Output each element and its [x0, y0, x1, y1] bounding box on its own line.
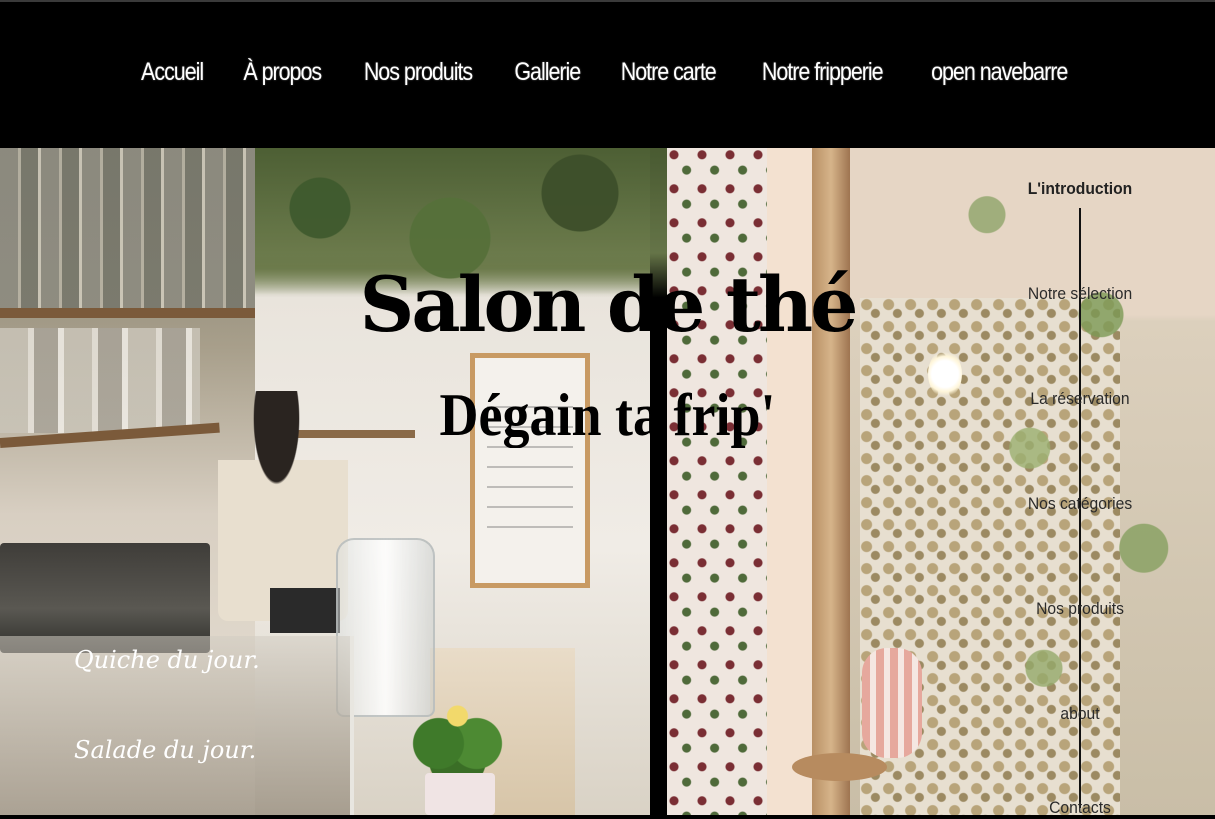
quiche-label: Quiche du jour.: [74, 646, 260, 674]
salade-label: Salade du jour.: [74, 736, 257, 764]
wooden-pillar: [812, 148, 850, 815]
side-nav-contacts[interactable]: Contacts: [1006, 798, 1153, 818]
side-nav-selection[interactable]: Notre sélection: [1006, 284, 1153, 304]
side-nav-introduction[interactable]: L'introduction: [1006, 179, 1153, 199]
hero-subtitle: Dégain ta frip': [439, 382, 776, 448]
nav-link-accueil[interactable]: Accueil: [141, 58, 204, 87]
main-nav: Accueil À propos Nos produits Gallerie N…: [0, 58, 1215, 87]
counter-display: Quiche du jour. Salade du jour.: [0, 636, 354, 815]
nav-link-nos-produits[interactable]: Nos produits: [364, 58, 473, 87]
section-side-nav: L'introduction Notre sélection La réserv…: [1020, 148, 1140, 817]
nav-link-notre-fripperie[interactable]: Notre fripperie: [762, 58, 884, 87]
nav-link-notre-carte[interactable]: Notre carte: [621, 58, 717, 87]
nav-link-gallerie[interactable]: Gallerie: [514, 58, 581, 87]
side-nav-reservation[interactable]: La réservation: [1006, 389, 1153, 409]
nav-link-open-navbar[interactable]: open navebarre: [931, 58, 1068, 87]
top-navigation-bar: Accueil À propos Nos produits Gallerie N…: [0, 0, 1215, 148]
striped-pillow: [862, 648, 922, 758]
floral-curtain: [667, 148, 767, 815]
side-nav-produits[interactable]: Nos produits: [1006, 599, 1153, 619]
nav-link-a-propos[interactable]: À propos: [243, 58, 322, 87]
side-nav-about[interactable]: about: [1006, 704, 1153, 724]
side-nav-categories[interactable]: Nos catégories: [1006, 494, 1153, 514]
